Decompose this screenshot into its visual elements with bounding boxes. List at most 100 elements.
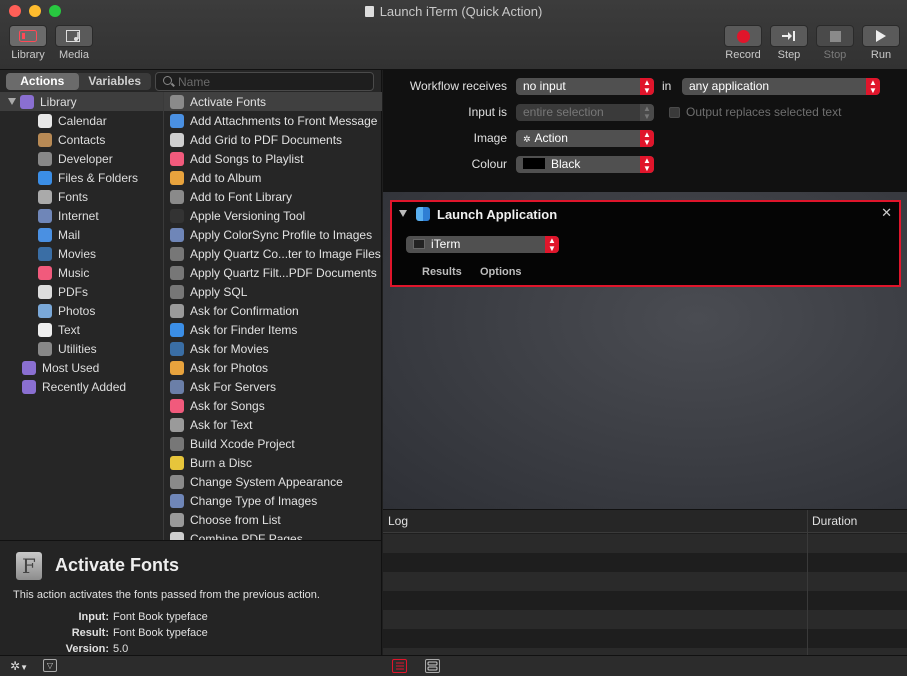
list-item[interactable]: Apple Versioning Tool (164, 206, 382, 225)
log-row (383, 591, 907, 610)
sidebar-item-most-used[interactable]: Most Used (0, 358, 163, 377)
record-button[interactable] (724, 25, 762, 47)
colour-label: Colour (471, 157, 507, 171)
action-label: Add to Font Library (190, 189, 293, 204)
pdf-icon (38, 284, 52, 299)
column-divider[interactable] (163, 92, 164, 540)
run-button[interactable] (862, 25, 900, 47)
sidebar-item-files-folders[interactable]: Files & Folders (0, 168, 163, 187)
list-item[interactable]: Ask for Movies (164, 339, 382, 358)
play-icon (876, 30, 886, 42)
list-item[interactable]: Ask For Servers (164, 377, 382, 396)
sidebar-item-label: Library (40, 94, 77, 109)
list-item[interactable]: Combine PDF Pages (164, 529, 382, 540)
list-item[interactable]: Apply ColorSync Profile to Images (164, 225, 382, 244)
output-replaces-checkbox[interactable] (669, 107, 680, 118)
list-item[interactable]: Add Songs to Playlist (164, 149, 382, 168)
close-icon[interactable]: ✕ (881, 205, 892, 221)
sidebar-item-utilities[interactable]: Utilities (0, 339, 163, 358)
fonts-icon (170, 189, 184, 204)
list-item[interactable]: Add Grid to PDF Documents (164, 130, 382, 149)
media-label: Media (59, 49, 89, 61)
application-popup[interactable]: any application ▲ ▼ (682, 78, 880, 95)
list-item[interactable]: Build Xcode Project (164, 434, 382, 453)
sidebar-item-developer[interactable]: Developer (0, 149, 163, 168)
workflow-canvas[interactable]: Launch Application ✕ iTerm ▲ ▼ Results Op… (383, 192, 907, 509)
log-column-header[interactable]: Log (388, 514, 408, 528)
log-row (383, 553, 907, 572)
list-item[interactable]: Ask for Photos (164, 358, 382, 377)
sidebar-item-text[interactable]: Text (0, 320, 163, 339)
step-button[interactable] (770, 25, 808, 47)
list-item[interactable]: Add to Album (164, 168, 382, 187)
window-title: Launch iTerm (Quick Action) (0, 4, 907, 19)
sidebar-item-label: Music (58, 265, 90, 280)
application-select[interactable]: iTerm ▲ ▼ (406, 236, 559, 253)
show-variables-button[interactable] (425, 659, 440, 673)
document-icon (364, 6, 374, 17)
sidebar-item-music[interactable]: Music (0, 263, 163, 282)
list-item[interactable]: Burn a Disc (164, 453, 382, 472)
receives-popup[interactable]: no input ▲ ▼ (516, 78, 654, 95)
automator-icon (170, 417, 184, 432)
list-item[interactable]: Ask for Confirmation (164, 301, 382, 320)
chevron-updown-icon: ▲ ▼ (640, 104, 654, 121)
image-popup[interactable]: ✲ Action ▲ ▼ (516, 130, 654, 147)
show-description-button[interactable]: ▽ (43, 659, 57, 672)
media-button[interactable] (55, 25, 93, 47)
media-icon (66, 29, 80, 42)
log-column-divider[interactable] (807, 510, 808, 656)
sidebar-item-movies[interactable]: Movies (0, 244, 163, 263)
tab-options[interactable]: Options (480, 266, 522, 278)
sidebar-item-mail[interactable]: Mail (0, 225, 163, 244)
library-button[interactable] (9, 25, 47, 47)
finder-icon (170, 322, 184, 337)
sidebar-item-photos[interactable]: Photos (0, 301, 163, 320)
disclosure-triangle-icon[interactable] (399, 210, 407, 217)
sidebar-item-label: Recently Added (42, 379, 127, 394)
list-item[interactable]: Apply Quartz Co...ter to Image Files (164, 244, 382, 263)
library-search[interactable] (155, 72, 374, 91)
list-item[interactable]: Ask for Songs (164, 396, 382, 415)
list-item[interactable]: Add to Font Library (164, 187, 382, 206)
sidebar-item-pdfs[interactable]: PDFs (0, 282, 163, 301)
sidebar-item-contacts[interactable]: Contacts (0, 130, 163, 149)
utilities-icon (170, 246, 184, 261)
action-list: Activate Fonts Add Attachments to Front M… (164, 92, 382, 540)
action-label: Ask for Songs (190, 398, 265, 413)
tab-results[interactable]: Results (422, 266, 462, 278)
show-log-button[interactable] (392, 659, 407, 673)
duration-column-header[interactable]: Duration (812, 514, 857, 528)
iterm-icon (413, 239, 425, 249)
list-item[interactable]: Ask for Finder Items (164, 320, 382, 339)
action-menu-button[interactable]: ✲▼ (10, 659, 28, 673)
list-item[interactable]: Ask for Text (164, 415, 382, 434)
sidebar-item-calendar[interactable]: Calendar (0, 111, 163, 130)
stop-button[interactable] (816, 25, 854, 47)
input-is-popup[interactable]: entire selection ▲ ▼ (516, 104, 654, 121)
list-item[interactable]: Change Type of Images (164, 491, 382, 510)
action-label: Add to Album (190, 170, 262, 185)
colour-popup[interactable]: Black ▲ ▼ (516, 156, 654, 173)
tab-actions[interactable]: Actions (6, 73, 79, 90)
tab-variables[interactable]: Variables (79, 73, 152, 90)
sidebar-item-label: Fonts (58, 189, 89, 204)
sidebar-item-internet[interactable]: Internet (0, 206, 163, 225)
chevron-updown-icon: ▲ ▼ (640, 78, 654, 95)
description-pane: F Activate Fonts This action activates t… (0, 540, 382, 655)
list-item[interactable]: Apply Quartz Filt...PDF Documents (164, 263, 382, 282)
sidebar-item-recently-added[interactable]: Recently Added (0, 377, 163, 396)
run-label: Run (870, 49, 892, 61)
list-item[interactable]: Add Attachments to Front Message (164, 111, 382, 130)
list-item[interactable]: Change System Appearance (164, 472, 382, 491)
list-item[interactable]: Choose from List (164, 510, 382, 529)
search-input[interactable] (178, 74, 368, 89)
sidebar-item-fonts[interactable]: Fonts (0, 187, 163, 206)
disclosure-triangle-icon[interactable] (8, 98, 16, 105)
sidebar-item-library[interactable]: Library (0, 92, 163, 111)
action-card-launch-application[interactable]: Launch Application ✕ iTerm ▲ ▼ Results Op… (390, 200, 901, 287)
list-item[interactable]: Apply SQL (164, 282, 382, 301)
image-label: Image (473, 131, 507, 145)
list-item[interactable]: Activate Fonts (164, 92, 382, 111)
finder-icon (416, 207, 430, 221)
